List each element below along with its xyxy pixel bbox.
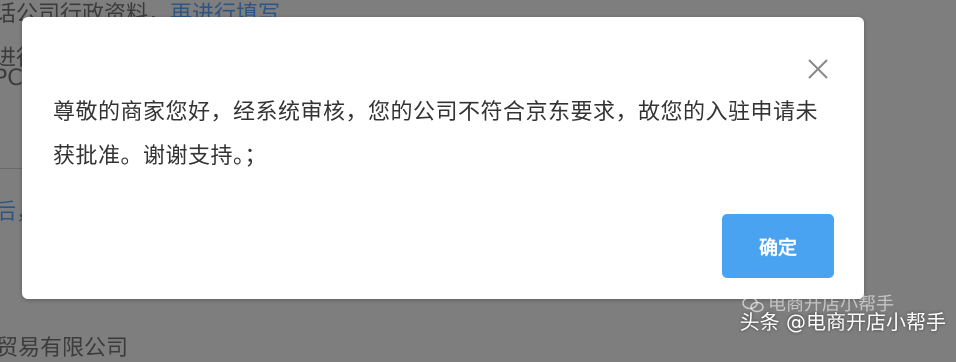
background-company-name: 贸易有限公司 xyxy=(0,336,129,361)
background-text-line-3: PC xyxy=(0,66,23,91)
background-divider xyxy=(0,168,24,169)
close-icon xyxy=(808,59,828,79)
confirm-button[interactable]: 确定 xyxy=(722,214,834,278)
watermark-text: 头条 @电商开店小帮手 xyxy=(739,310,946,334)
dialog-message: 尊敬的商家您好，经系统审核，您的公司不符合京东要求，故您的入驻申请未获批准。谢谢… xyxy=(53,100,819,169)
close-button[interactable] xyxy=(806,57,830,81)
alert-dialog: 尊敬的商家您好，经系统审核，您的公司不符合京东要求，故您的入驻申请未获批准。谢谢… xyxy=(22,17,864,299)
